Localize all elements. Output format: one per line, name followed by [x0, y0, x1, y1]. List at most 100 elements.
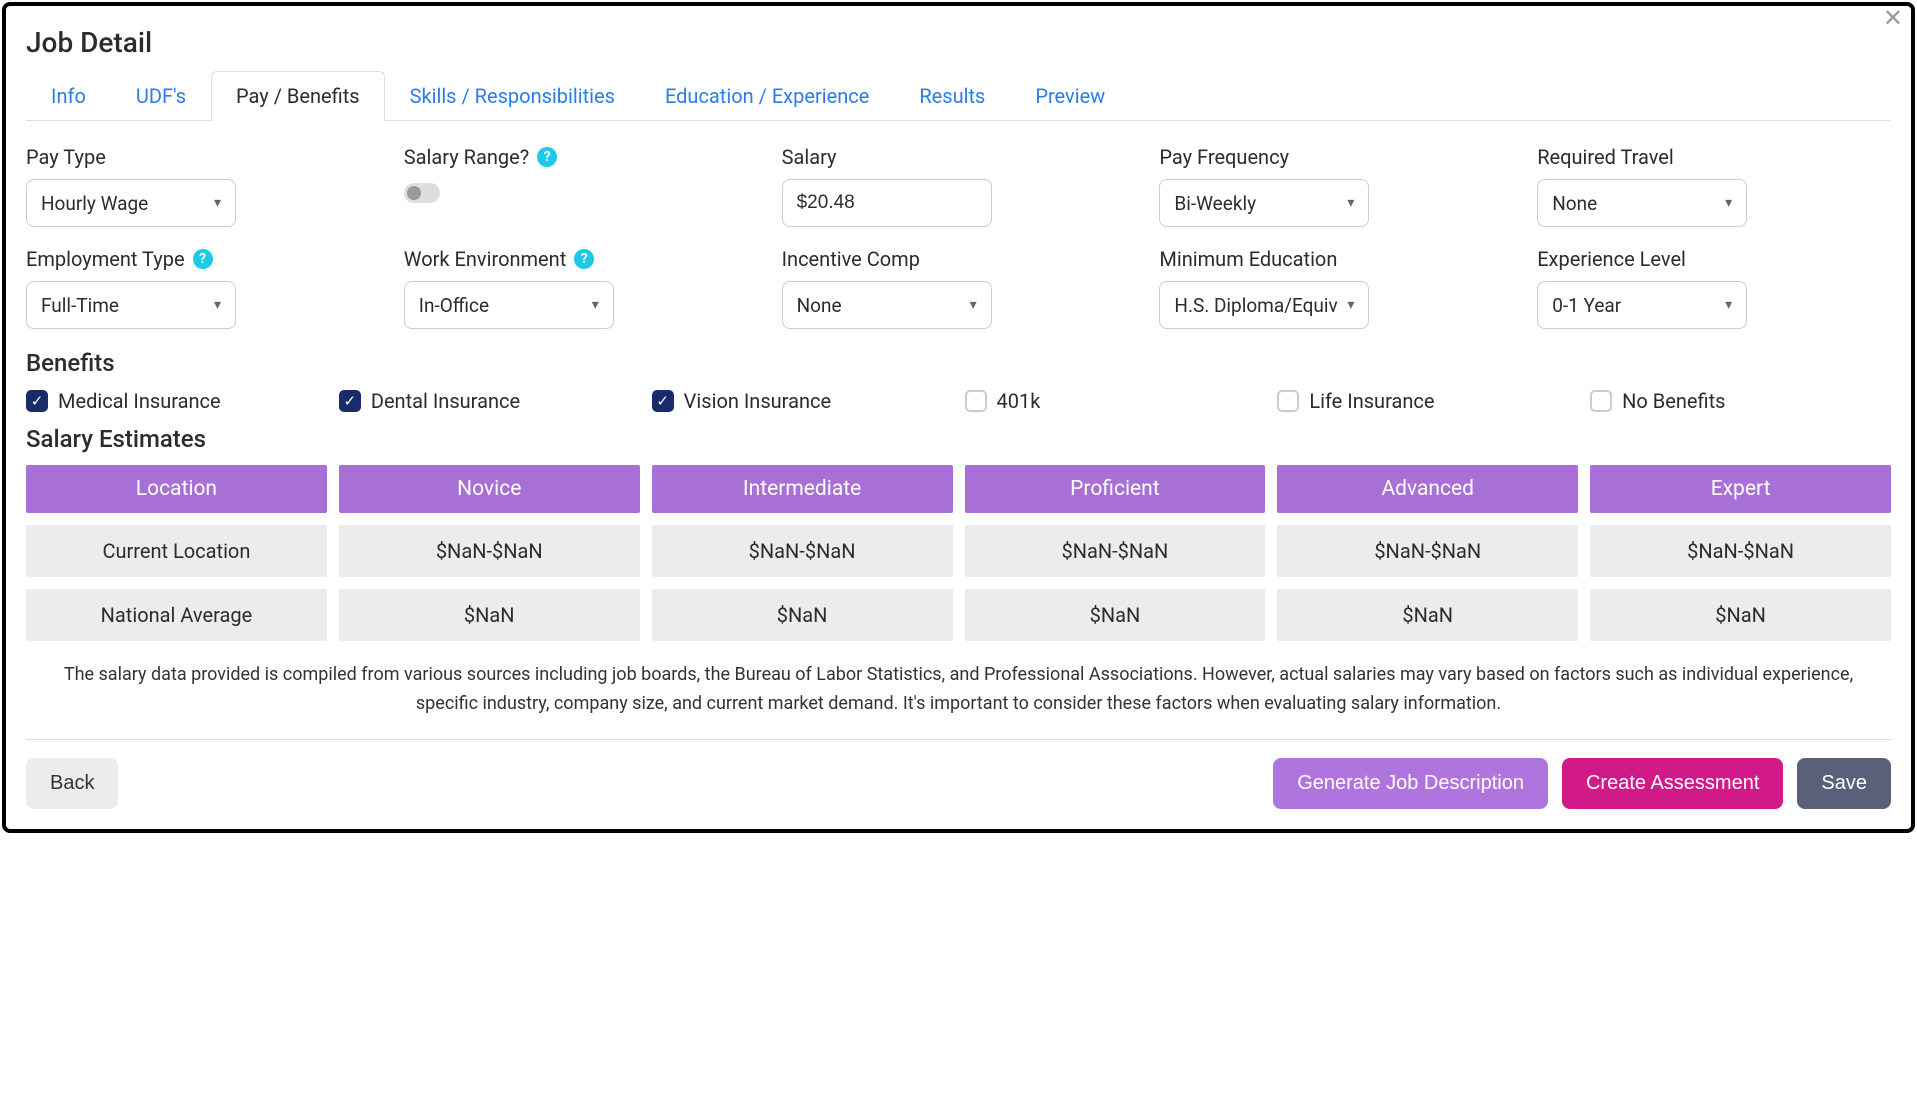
minimum-education-value: H.S. Diploma/Equiv — [1174, 294, 1337, 317]
employment-type-label: Employment Type ? — [26, 247, 380, 271]
tab-preview[interactable]: Preview — [1010, 71, 1130, 120]
work-environment-field: Work Environment ? In-Office ▾ — [404, 247, 758, 329]
required-travel-field: Required Travel None ▾ — [1537, 145, 1891, 227]
chevron-down-icon: ▾ — [1725, 195, 1732, 211]
page-title: Job Detail — [26, 26, 1891, 59]
close-icon[interactable]: ✕ — [1883, 4, 1903, 32]
minimum-education-label: Minimum Education — [1159, 247, 1513, 271]
chevron-down-icon: ▾ — [1725, 297, 1732, 313]
pay-frequency-select[interactable]: Bi-Weekly ▾ — [1159, 179, 1369, 227]
salary-range-field: Salary Range? ? — [404, 145, 758, 227]
checkbox-icon: ✓ — [339, 390, 361, 412]
chevron-down-icon: ▾ — [1347, 195, 1354, 211]
row-label: National Average — [26, 589, 327, 641]
chevron-down-icon: ▾ — [1347, 297, 1354, 313]
incentive-comp-value: None — [797, 294, 842, 317]
col-header-expert: Expert — [1590, 465, 1891, 513]
work-environment-value: In-Office — [419, 294, 489, 317]
pay-type-label: Pay Type — [26, 145, 380, 169]
row-label: Current Location — [26, 525, 327, 577]
benefit-label: Dental Insurance — [371, 389, 520, 413]
benefits-title: Benefits — [26, 349, 1891, 377]
minimum-education-select[interactable]: H.S. Diploma/Equiv ▾ — [1159, 281, 1369, 329]
benefit-label: 401k — [997, 389, 1041, 413]
employment-type-field: Employment Type ? Full-Time ▾ — [26, 247, 380, 329]
tabs: Info UDF's Pay / Benefits Skills / Respo… — [26, 71, 1891, 121]
chevron-down-icon: ▾ — [592, 297, 599, 313]
experience-level-label: Experience Level — [1537, 247, 1891, 271]
action-buttons: Generate Job Description Create Assessme… — [1273, 758, 1891, 809]
chevron-down-icon: ▾ — [970, 297, 977, 313]
tab-info[interactable]: Info — [26, 71, 111, 120]
footer-buttons: Back Generate Job Description Create Ass… — [26, 758, 1891, 809]
salary-estimates-table: Location Novice Intermediate Proficient … — [26, 465, 1891, 641]
form-row-1: Pay Type Hourly Wage ▾ Salary Range? ? S… — [26, 145, 1891, 227]
benefit-label: Medical Insurance — [58, 389, 221, 413]
checkbox-icon: ✓ — [652, 390, 674, 412]
pay-type-select[interactable]: Hourly Wage ▾ — [26, 179, 236, 227]
save-button[interactable]: Save — [1797, 758, 1891, 809]
table-cell: $NaN — [1590, 589, 1891, 641]
help-icon[interactable]: ? — [574, 249, 594, 269]
tab-education[interactable]: Education / Experience — [640, 71, 894, 120]
minimum-education-field: Minimum Education H.S. Diploma/Equiv ▾ — [1159, 247, 1513, 329]
pay-type-field: Pay Type Hourly Wage ▾ — [26, 145, 380, 227]
experience-level-value: 0-1 Year — [1552, 294, 1621, 317]
required-travel-select[interactable]: None ▾ — [1537, 179, 1747, 227]
required-travel-value: None — [1552, 192, 1597, 215]
employment-type-value: Full-Time — [41, 294, 119, 317]
benefit-none[interactable]: No Benefits — [1590, 389, 1891, 413]
help-icon[interactable]: ? — [537, 147, 557, 167]
table-cell: $NaN — [652, 589, 953, 641]
job-detail-modal: ✕ Job Detail Info UDF's Pay / Benefits S… — [2, 2, 1915, 833]
salary-label: Salary — [782, 145, 1136, 169]
salary-field: Salary — [782, 145, 1136, 227]
benefits-row: ✓ Medical Insurance ✓ Dental Insurance ✓… — [26, 389, 1891, 413]
benefit-401k[interactable]: 401k — [965, 389, 1266, 413]
back-button[interactable]: Back — [26, 758, 118, 809]
col-header-novice: Novice — [339, 465, 640, 513]
col-header-advanced: Advanced — [1277, 465, 1578, 513]
benefit-label: Life Insurance — [1309, 389, 1434, 413]
pay-frequency-label: Pay Frequency — [1159, 145, 1513, 169]
work-environment-label: Work Environment ? — [404, 247, 758, 271]
generate-job-description-button[interactable]: Generate Job Description — [1273, 758, 1548, 809]
table-cell: $NaN — [339, 589, 640, 641]
form-row-2: Employment Type ? Full-Time ▾ Work Envir… — [26, 247, 1891, 329]
salary-range-label: Salary Range? ? — [404, 145, 758, 169]
benefit-medical[interactable]: ✓ Medical Insurance — [26, 389, 327, 413]
col-header-proficient: Proficient — [965, 465, 1266, 513]
create-assessment-button[interactable]: Create Assessment — [1562, 758, 1783, 809]
incentive-comp-label: Incentive Comp — [782, 247, 1136, 271]
divider — [26, 739, 1891, 740]
table-cell: $NaN — [965, 589, 1266, 641]
experience-level-select[interactable]: 0-1 Year ▾ — [1537, 281, 1747, 329]
table-cell: $NaN — [1277, 589, 1578, 641]
table-cell: $NaN-$NaN — [1590, 525, 1891, 577]
pay-type-value: Hourly Wage — [41, 192, 148, 215]
help-icon[interactable]: ? — [193, 249, 213, 269]
tab-results[interactable]: Results — [894, 71, 1010, 120]
chevron-down-icon: ▾ — [214, 195, 221, 211]
table-cell: $NaN-$NaN — [965, 525, 1266, 577]
benefit-vision[interactable]: ✓ Vision Insurance — [652, 389, 953, 413]
salary-input[interactable] — [782, 179, 992, 227]
benefit-dental[interactable]: ✓ Dental Insurance — [339, 389, 640, 413]
incentive-comp-select[interactable]: None ▾ — [782, 281, 992, 329]
checkbox-icon — [1590, 390, 1612, 412]
benefit-life[interactable]: Life Insurance — [1277, 389, 1578, 413]
salary-range-toggle[interactable] — [404, 183, 440, 203]
tab-pay-benefits[interactable]: Pay / Benefits — [211, 71, 385, 121]
tab-udfs[interactable]: UDF's — [111, 71, 211, 120]
salary-estimates-title: Salary Estimates — [26, 425, 1891, 453]
tab-skills[interactable]: Skills / Responsibilities — [385, 71, 640, 120]
employment-type-select[interactable]: Full-Time ▾ — [26, 281, 236, 329]
pay-frequency-field: Pay Frequency Bi-Weekly ▾ — [1159, 145, 1513, 227]
experience-level-field: Experience Level 0-1 Year ▾ — [1537, 247, 1891, 329]
pay-frequency-value: Bi-Weekly — [1174, 192, 1256, 215]
required-travel-label: Required Travel — [1537, 145, 1891, 169]
work-environment-select[interactable]: In-Office ▾ — [404, 281, 614, 329]
benefit-label: No Benefits — [1622, 389, 1725, 413]
table-cell: $NaN-$NaN — [339, 525, 640, 577]
chevron-down-icon: ▾ — [214, 297, 221, 313]
